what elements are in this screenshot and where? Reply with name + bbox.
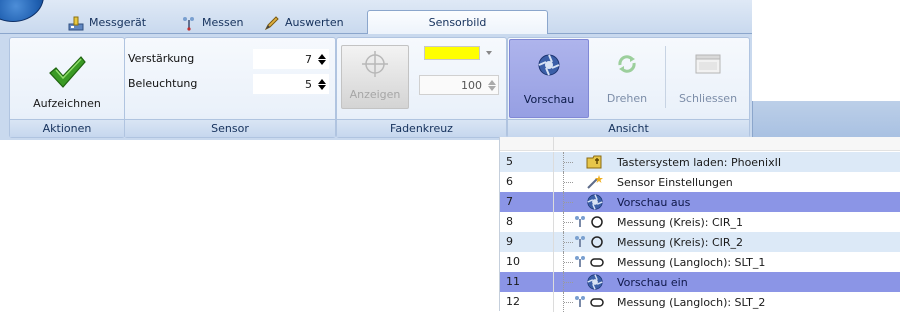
rotate-label: Drehen	[606, 92, 648, 105]
row-text: Messung (Kreis): CIR_2	[617, 235, 744, 249]
rotate-button[interactable]: Drehen	[592, 39, 662, 118]
show-crosshair-label: Anzeigen	[349, 88, 401, 101]
close-view-icon	[695, 54, 721, 74]
group-fadenkreuz: Anzeigen 100 Fadenkreuz	[336, 37, 507, 138]
record-label: Aufzeichnen	[33, 97, 101, 110]
row-number: 6	[500, 172, 554, 192]
row-text: Messung (Kreis): CIR_1	[617, 215, 744, 229]
group-ansicht: Vorschau Drehen Schliessen Ansicht	[507, 37, 750, 138]
folder-probe-icon	[573, 154, 617, 170]
row-number: 11	[500, 272, 554, 292]
gain-value: 7	[305, 52, 312, 66]
evaluate-pen-icon	[264, 15, 279, 30]
spin-up-icon[interactable]	[318, 78, 326, 84]
ribbon-panel: Aufzeichnen Aktionen Verstärkung 7 Beleu…	[0, 34, 752, 140]
aperture-icon	[573, 194, 617, 210]
gain-label: Verstärkung	[128, 52, 195, 65]
tab-messen[interactable]: Messen	[175, 11, 249, 34]
group-aktionen: Aufzeichnen Aktionen	[9, 37, 125, 138]
spin-down-icon[interactable]	[318, 84, 326, 90]
preview-label: Vorschau	[523, 93, 575, 106]
tree-branch	[564, 241, 573, 243]
row-number: 12	[500, 292, 554, 312]
aperture-icon	[573, 274, 617, 290]
lighting-label: Beleuchtung	[128, 77, 198, 90]
row-text: Vorschau aus	[617, 195, 691, 209]
group-label-ansicht: Ansicht	[508, 119, 749, 137]
slot-icon	[573, 294, 617, 310]
list-item[interactable]: 10 Messung (Langloch): SLT_1	[500, 252, 900, 272]
aperture-icon	[538, 54, 560, 76]
row-text: Sensor Einstellungen	[617, 175, 733, 189]
program-step-list: 5 Tastersystem laden: PhoenixII 6 Sensor Ei…	[499, 137, 900, 312]
group-label-fadenkreuz: Fadenkreuz	[337, 119, 506, 137]
circle-icon	[573, 214, 617, 230]
tree-branch	[564, 221, 573, 223]
tab-messgeraet[interactable]: Messgerät	[62, 11, 152, 34]
group-label-sensor: Sensor	[125, 119, 335, 137]
measuring-device-icon	[68, 16, 84, 30]
close-view-label: Schliessen	[678, 92, 738, 105]
list-item[interactable]: 9 Messung (Kreis): CIR_2	[500, 232, 900, 252]
row-number: 5	[500, 152, 554, 172]
row-text: Messung (Langloch): SLT_1	[617, 255, 766, 269]
row-number: 8	[500, 212, 554, 232]
crosshair-color-swatch	[424, 46, 480, 60]
tab-label: Sensorbild	[428, 16, 487, 29]
row-number: 10	[500, 252, 554, 272]
green-checkmark-icon	[49, 56, 86, 88]
wand-icon	[573, 174, 617, 190]
row-number: 7	[500, 192, 554, 212]
circle-icon	[573, 234, 617, 250]
list-header-col	[500, 137, 554, 151]
crosshair-color-picker[interactable]	[424, 44, 496, 62]
show-crosshair-button[interactable]: Anzeigen	[341, 45, 409, 109]
list-item[interactable]: 6 Sensor Einstellungen	[500, 172, 900, 192]
close-view-button[interactable]: Schliessen	[669, 39, 747, 118]
row-number: 9	[500, 232, 554, 252]
rotate-icon	[618, 55, 636, 73]
tree-branch	[564, 301, 573, 303]
group-label-aktionen: Aktionen	[10, 119, 124, 137]
tab-auswerten[interactable]: Auswerten	[258, 11, 350, 34]
tree-branch	[564, 201, 573, 203]
tab-label: Auswerten	[285, 15, 344, 29]
tree-branch	[564, 281, 573, 283]
tab-label: Messen	[202, 15, 244, 29]
spin-up-icon[interactable]	[318, 53, 326, 59]
list-item[interactable]: 5 Tastersystem laden: PhoenixII	[500, 152, 900, 172]
spin-up-icon[interactable]	[488, 79, 496, 85]
tab-sensorbild[interactable]: Sensorbild	[367, 10, 548, 35]
slot-icon	[573, 254, 617, 270]
list-item[interactable]: 7 Vorschau aus	[500, 192, 900, 212]
group-sensor: Verstärkung 7 Beleuchtung 5 Sensor	[124, 37, 336, 138]
panel-header-bar	[752, 101, 900, 137]
list-item[interactable]: 11 Vorschau ein	[500, 272, 900, 292]
crosshair-icon	[362, 51, 388, 77]
probe-icon	[183, 16, 194, 31]
application-orb-button[interactable]	[0, 0, 44, 22]
lighting-value: 5	[305, 77, 312, 91]
tree-branch	[564, 181, 573, 183]
tab-label: Messgerät	[89, 15, 147, 29]
list-item[interactable]: 8 Messung (Kreis): CIR_1	[500, 212, 900, 232]
spin-down-icon[interactable]	[318, 59, 326, 65]
chevron-down-icon[interactable]	[486, 51, 492, 55]
preview-button[interactable]: Vorschau	[509, 39, 589, 118]
crosshair-size-stepper[interactable]: 100	[419, 75, 499, 95]
list-header	[500, 137, 900, 151]
spin-down-icon[interactable]	[488, 85, 496, 91]
tree-branch	[564, 261, 573, 263]
tree-branch	[564, 161, 573, 163]
row-text: Vorschau ein	[617, 275, 688, 289]
lighting-stepper[interactable]: 5	[253, 74, 329, 94]
list-item[interactable]: 12 Messung (Langloch): SLT_2	[500, 292, 900, 312]
record-button[interactable]: Aufzeichnen	[12, 40, 122, 116]
ribbon-tab-strip: Messgerät Messen Auswerten Sensorbild	[0, 0, 752, 35]
crosshair-size-value: 100	[461, 78, 482, 92]
row-text: Tastersystem laden: PhoenixII	[617, 155, 782, 169]
row-text: Messung (Langloch): SLT_2	[617, 295, 766, 309]
separator	[665, 46, 666, 108]
gain-stepper[interactable]: 7	[253, 49, 329, 69]
